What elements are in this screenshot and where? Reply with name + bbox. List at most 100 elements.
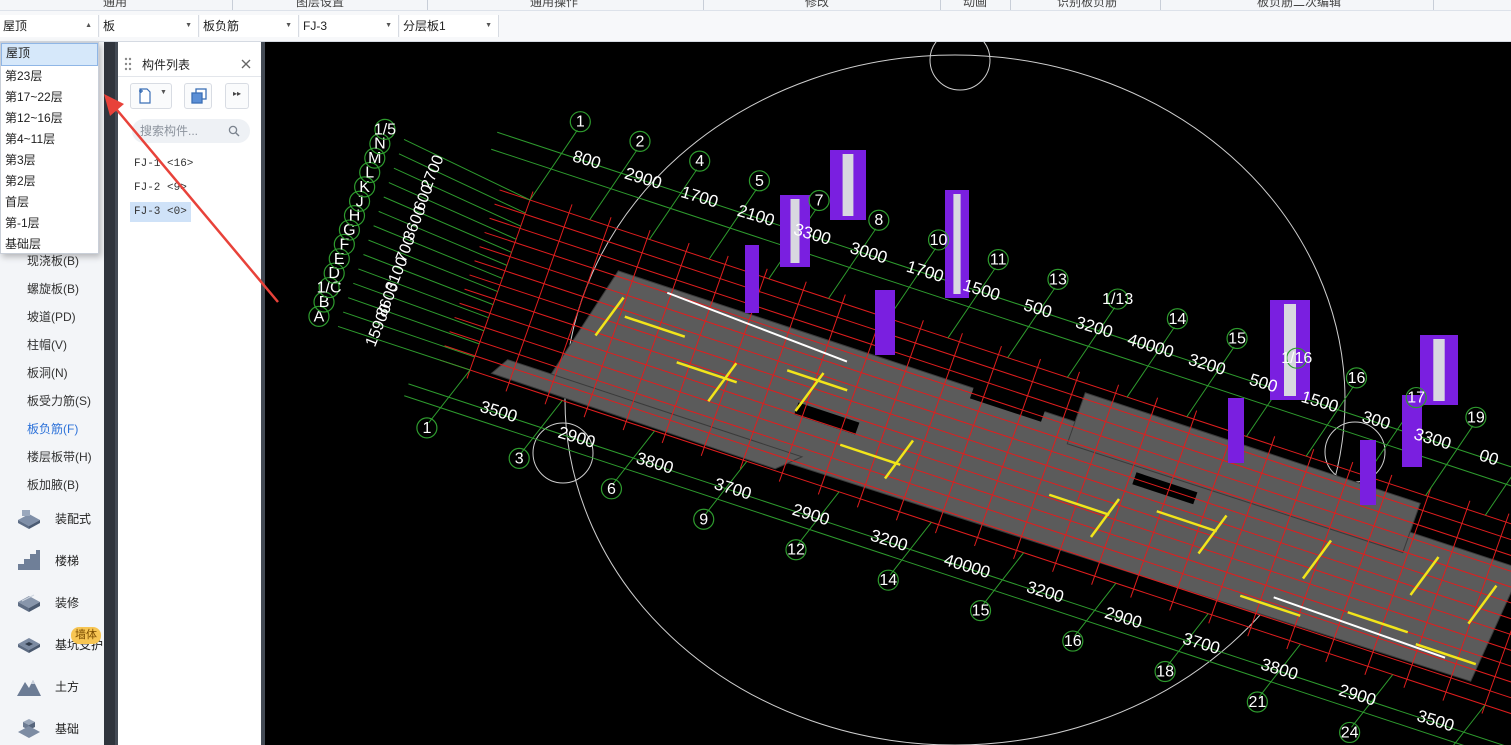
floor-select-value: 屋顶	[3, 19, 28, 33]
axis-number: 1/16	[1281, 350, 1312, 367]
nav-category-decoration[interactable]: 装修	[16, 588, 79, 616]
nav-category-earthwork[interactable]: 土方	[16, 672, 79, 700]
axis-number: 8	[874, 212, 883, 229]
layer-select-value: 分层板1	[403, 19, 446, 33]
category-select-value: 板	[103, 19, 116, 33]
ribbon-group-modify[interactable]: 修改	[805, 0, 829, 10]
axis-letter: 1/5	[374, 121, 396, 138]
drag-handle-icon[interactable]	[124, 57, 132, 71]
ribbon-bar: 通用 图层设置 通用操作 修改 动画 识别板负筋 板负筋二次编辑	[0, 0, 1511, 11]
nav-category-foundation[interactable]: 基础	[16, 714, 79, 742]
ribbon-separator	[1010, 0, 1011, 10]
column-face	[842, 154, 854, 216]
floor-option[interactable]: 第2层	[1, 171, 98, 192]
nav-item-slab-hole[interactable]: 板洞(N)	[27, 364, 68, 381]
wall-badge[interactable]: 墙体	[71, 627, 101, 644]
axis-number: 19	[1467, 409, 1485, 426]
nav-category-label: 土方	[55, 679, 80, 694]
floor-option[interactable]: 第3层	[1, 150, 98, 171]
floor-option[interactable]: 第12~16层	[1, 108, 98, 129]
axis-number: 9	[699, 511, 708, 528]
prefab-icon	[18, 510, 40, 529]
component-list-panel: 构件列表 ▼ ▸▸ FJ-1 <16> FJ-2 <9> FJ-3 <0>	[115, 42, 265, 745]
ribbon-group-operation[interactable]: 通用操作	[530, 0, 578, 10]
axis-number: 3	[515, 450, 524, 467]
axis-number: 1	[422, 420, 431, 437]
ribbon-group-identify[interactable]: 识别板负筋	[1057, 0, 1117, 10]
nav-item-slab-main-rebar[interactable]: 板受力筋(S)	[27, 392, 91, 409]
component-item[interactable]: FJ-2 <9>	[130, 178, 191, 198]
floor-option[interactable]: 基础层	[1, 234, 98, 255]
column-face	[953, 194, 961, 294]
chevron-down-icon: ▼	[160, 89, 167, 96]
floor-select[interactable]: 屋顶 ▲	[0, 15, 99, 37]
component-select-value: FJ-3	[303, 19, 327, 33]
search-icon[interactable]	[228, 125, 240, 137]
component-item[interactable]: FJ-1 <16>	[130, 154, 197, 174]
column-block	[875, 290, 895, 355]
ribbon-separator	[1160, 0, 1161, 10]
component-item-selected[interactable]: FJ-3 <0>	[130, 202, 191, 222]
ribbon-separator	[1433, 0, 1434, 10]
column-face	[1433, 339, 1445, 401]
more-icon: ▸▸	[233, 89, 242, 98]
axis-number: 17	[1407, 390, 1425, 407]
axis-number: 13	[1049, 271, 1067, 288]
axis-number: 18	[1156, 664, 1174, 681]
nav-item-floor-slab-band[interactable]: 楼层板带(H)	[27, 448, 92, 465]
ribbon-group-common[interactable]: 通用	[103, 0, 127, 10]
nav-category-stairs[interactable]: 楼梯	[16, 546, 79, 574]
nav-category-label: 装配式	[55, 511, 92, 526]
nav-category-label: 基础	[55, 721, 80, 736]
nav-category-label: 楼梯	[55, 553, 80, 568]
caret-down-icon: ▼	[285, 22, 292, 29]
new-file-icon	[139, 88, 151, 104]
axis-number: 6	[607, 481, 616, 498]
layer-select[interactable]: 分层板1 ▼	[400, 15, 499, 37]
decoration-icon	[18, 594, 40, 612]
axis-number: 2	[636, 133, 645, 150]
caret-up-icon: ▲	[85, 22, 92, 29]
nav-item-slab-haunch[interactable]: 板加腋(B)	[27, 476, 79, 493]
ribbon-separator	[232, 0, 233, 10]
floor-option[interactable]: 屋顶	[1, 43, 98, 66]
panel-splitter[interactable]	[104, 42, 115, 745]
nav-item-ramp[interactable]: 坡道(PD)	[27, 308, 76, 325]
new-component-button[interactable]: ▼	[130, 83, 172, 109]
copy-component-button[interactable]	[184, 83, 212, 109]
axis-number: 7	[815, 193, 824, 210]
column-block	[745, 245, 759, 313]
floor-option[interactable]: 第17~22层	[1, 87, 98, 108]
stairs-icon	[18, 550, 40, 570]
nav-category-prefab[interactable]: 装配式	[16, 504, 91, 532]
axis-number: 10	[930, 232, 948, 249]
axis-number: 14	[1168, 311, 1186, 328]
type-select[interactable]: 板负筋 ▼	[200, 15, 299, 37]
caret-down-icon: ▼	[185, 22, 192, 29]
ribbon-group-animation[interactable]: 动画	[963, 0, 987, 10]
ribbon-group-edit[interactable]: 板负筋二次编辑	[1257, 0, 1341, 10]
3d-viewport[interactable]: 136912141516182124271245781011131/131415…	[265, 42, 1511, 745]
floor-option[interactable]: 首层	[1, 192, 98, 213]
nav-category-label: 装修	[55, 595, 80, 610]
ribbon-group-layer[interactable]: 图层设置	[296, 0, 344, 10]
axis-number: 5	[755, 173, 764, 190]
axis-number: 24	[1341, 724, 1359, 741]
earthwork-icon	[17, 680, 41, 696]
floor-option[interactable]: 第23层	[1, 66, 98, 87]
nav-item-spiral-slab[interactable]: 螺旋板(B)	[27, 280, 79, 297]
category-select[interactable]: 板 ▼	[100, 15, 199, 37]
floor-dropdown: 屋顶 第23层 第17~22层 第12~16层 第4~11层 第3层 第2层 首…	[0, 42, 99, 254]
ribbon-separator	[940, 0, 941, 10]
panel-header: 构件列表	[118, 50, 261, 77]
component-select[interactable]: FJ-3 ▼	[300, 15, 399, 37]
nav-item-slab-negative-rebar[interactable]: 板负筋(F)	[27, 420, 78, 437]
more-button[interactable]: ▸▸	[225, 83, 249, 109]
ribbon-separator	[427, 0, 428, 10]
foundation-pit-icon	[18, 638, 40, 653]
floor-option[interactable]: 第-1层	[1, 213, 98, 234]
axis-number: 14	[879, 572, 897, 589]
floor-option[interactable]: 第4~11层	[1, 129, 98, 150]
nav-item-column-cap[interactable]: 柱帽(V)	[27, 336, 67, 353]
close-icon[interactable]	[241, 59, 251, 69]
